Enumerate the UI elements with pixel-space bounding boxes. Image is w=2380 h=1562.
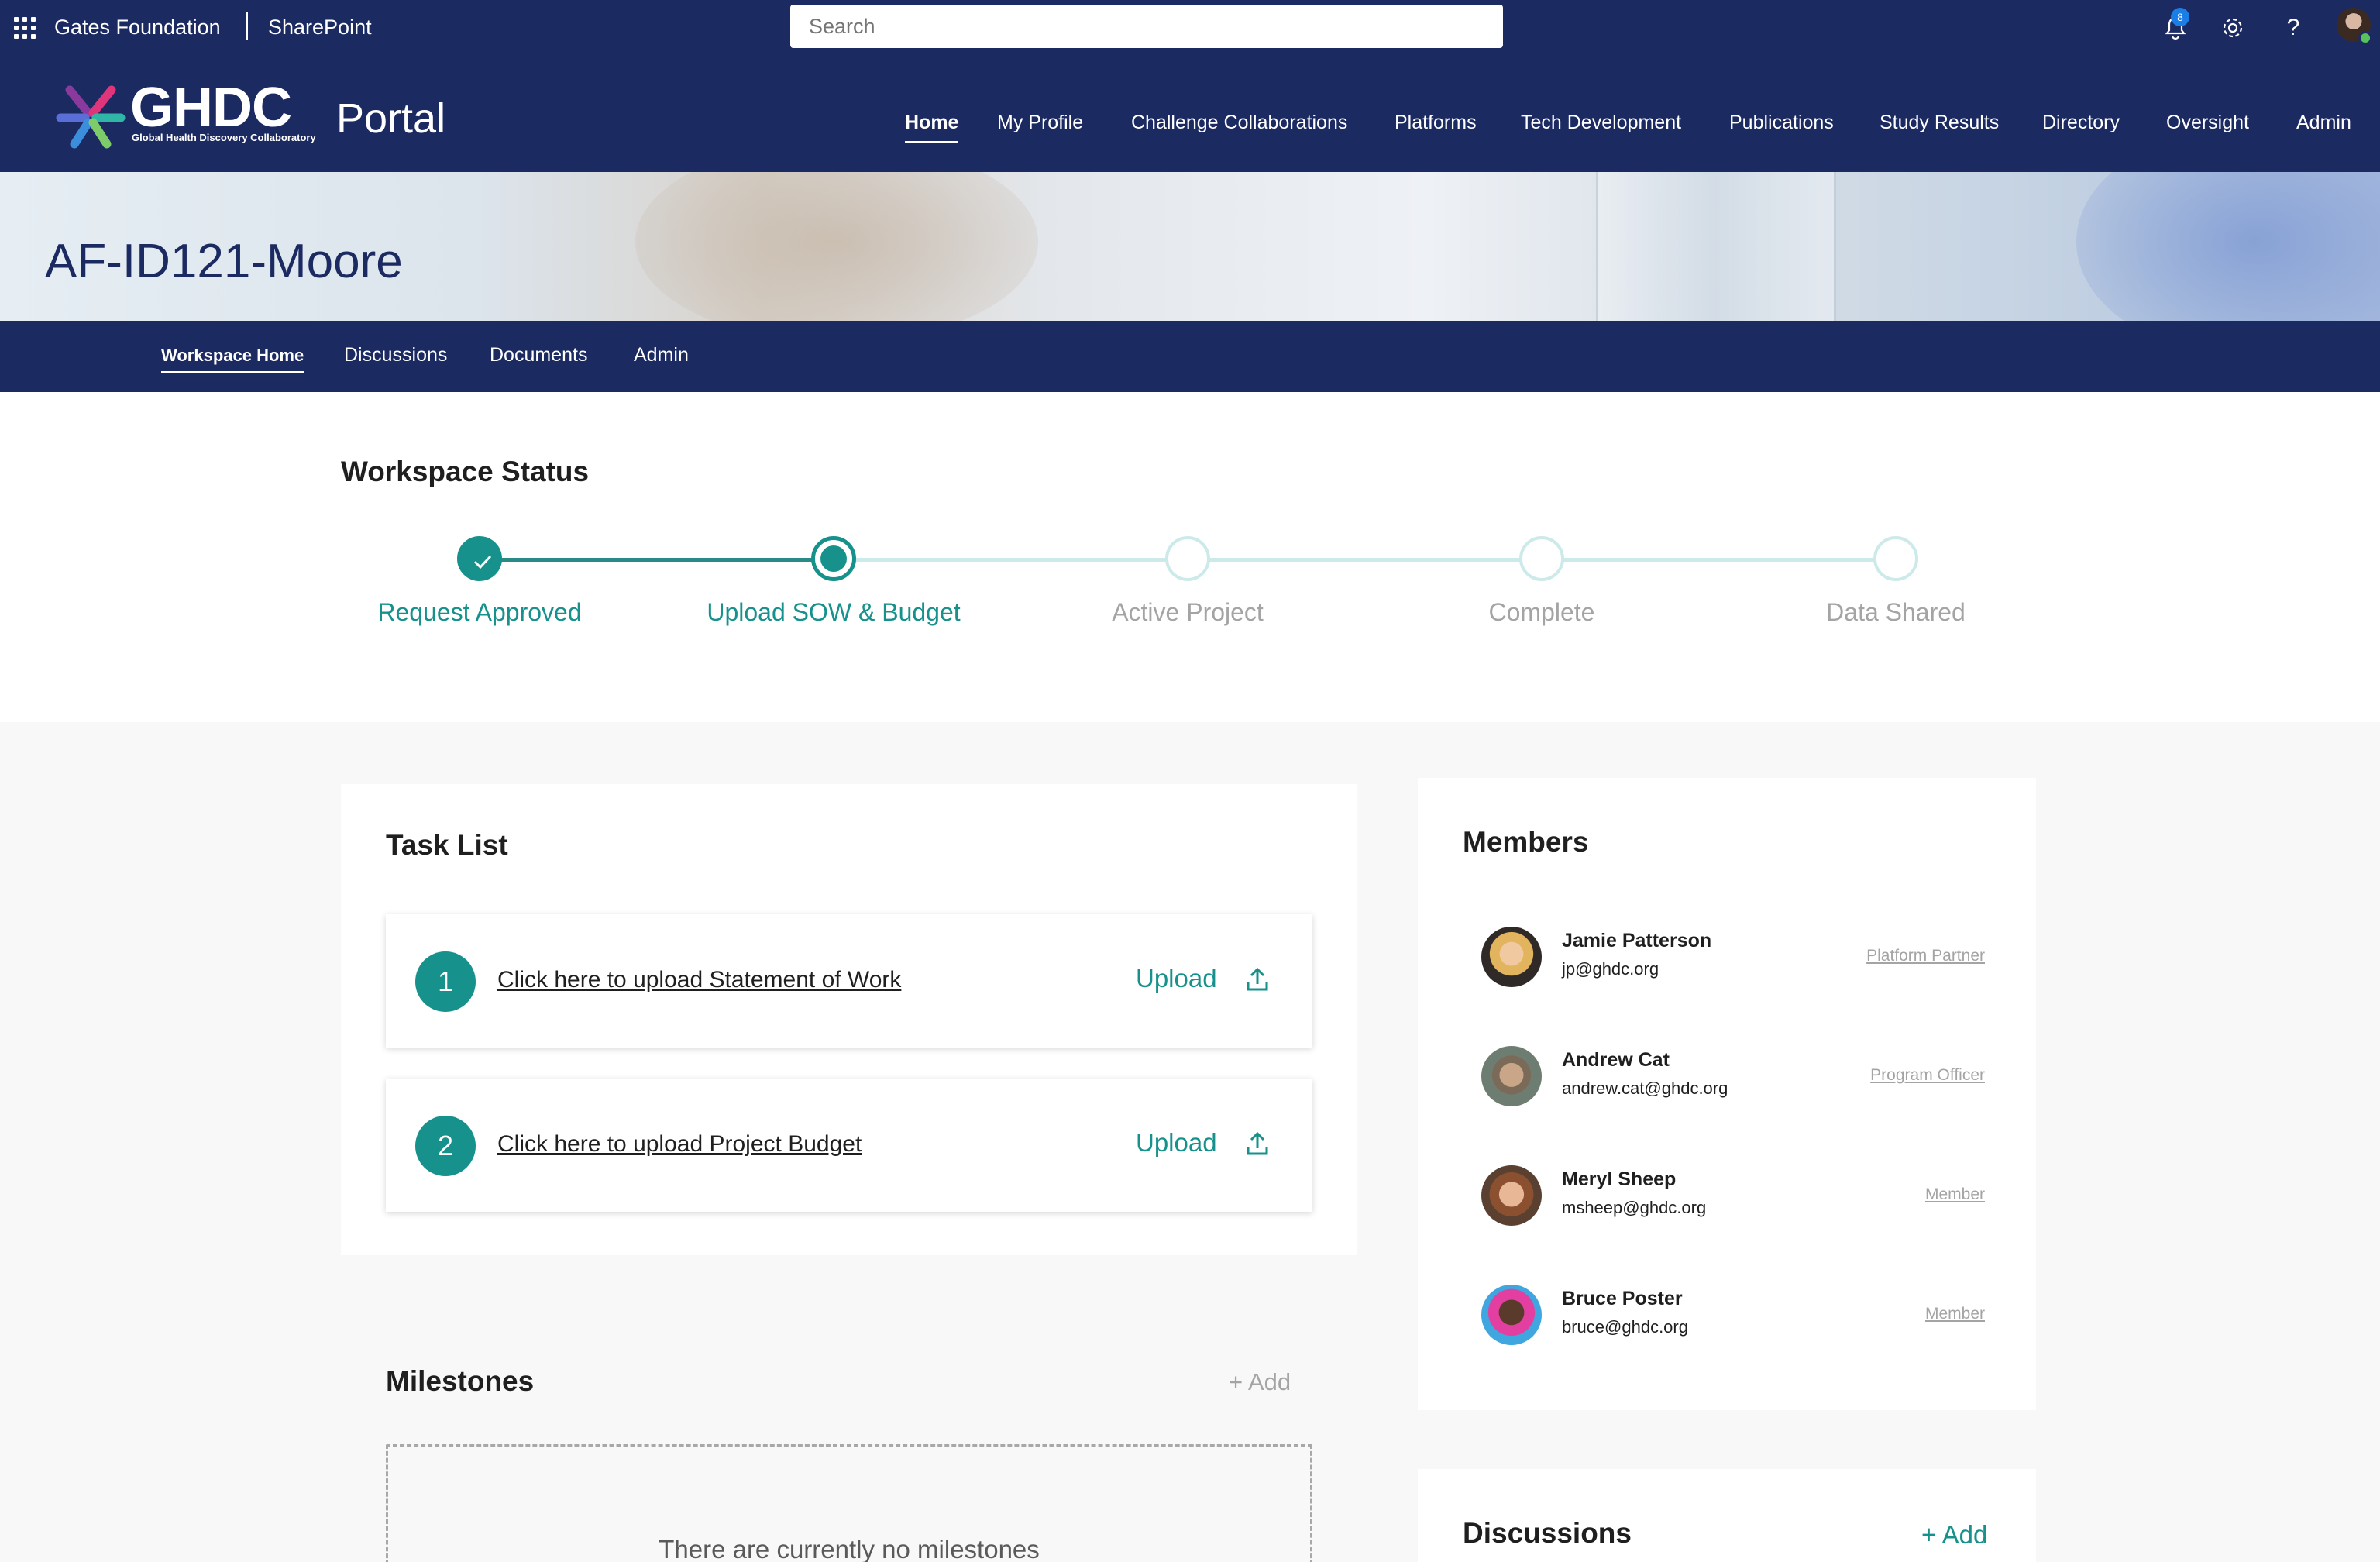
workspace-navigation: Workspace Home Discussions Documents Adm… <box>0 321 2380 392</box>
tab-workspace-home[interactable]: Workspace Home <box>161 346 304 373</box>
section-title: Workspace Status <box>341 456 590 487</box>
suite-divider <box>246 12 248 40</box>
member-role-link[interactable]: Program Officer <box>1870 1066 1985 1085</box>
step-label-request-approved: Request Approved <box>377 598 582 626</box>
check-icon <box>473 555 492 569</box>
member-email: andrew.cat@ghdc.org <box>1562 1079 1728 1098</box>
task-list-card: Task List 1 Click here to upload Stateme… <box>341 784 1357 1255</box>
hero-background-shape <box>635 172 1038 321</box>
workspace-title: AF-ID121-Moore <box>45 235 403 288</box>
member-name: Andrew Cat <box>1562 1049 1670 1071</box>
app-name-link[interactable]: SharePoint <box>268 15 372 40</box>
step-data-shared-dot <box>1873 536 1918 581</box>
tab-discussions[interactable]: Discussions <box>344 344 447 366</box>
nav-admin[interactable]: Admin <box>2296 112 2351 134</box>
member-row[interactable]: Bruce Poster bruce@ghdc.org Member <box>1481 1285 1985 1347</box>
nav-my-profile[interactable]: My Profile <box>997 112 1083 134</box>
milestones-empty-state: There are currently no milestones <box>386 1444 1312 1562</box>
upload-icon[interactable] <box>1246 1131 1269 1156</box>
step-active-project-dot <box>1165 536 1210 581</box>
discussions-title: Discussions <box>1463 1517 1632 1549</box>
members-card: Members Jamie Patterson jp@ghdc.org Plat… <box>1418 778 2036 1410</box>
milestones-empty-text: There are currently no milestones <box>659 1535 1040 1562</box>
logo-title[interactable]: GHDC <box>130 76 292 139</box>
task-item: 2 Click here to upload Project Budget Up… <box>386 1079 1312 1212</box>
presence-status-icon <box>2358 31 2372 45</box>
member-row[interactable]: Meryl Sheep msheep@ghdc.org Member <box>1481 1165 1985 1227</box>
members-title: Members <box>1463 826 1589 858</box>
help-icon[interactable]: ? <box>2279 14 2307 42</box>
task-list-title: Task List <box>386 829 508 861</box>
member-row[interactable]: Jamie Patterson jp@ghdc.org Platform Par… <box>1481 927 1985 989</box>
step-complete-dot <box>1519 536 1564 581</box>
step-label-complete: Complete <box>1488 598 1595 626</box>
nav-directory[interactable]: Directory <box>2042 112 2120 134</box>
nav-challenge-collaborations[interactable]: Challenge Collaborations <box>1131 112 1347 134</box>
member-email: jp@ghdc.org <box>1562 959 1659 979</box>
org-name-link[interactable]: Gates Foundation <box>54 15 221 40</box>
progress-track-remaining <box>834 558 1898 562</box>
task-item: 1 Click here to upload Statement of Work… <box>386 914 1312 1048</box>
add-discussion-button[interactable]: + Add <box>1921 1520 1987 1550</box>
task-number: 1 <box>415 951 476 1012</box>
nav-platforms[interactable]: Platforms <box>1395 112 1477 134</box>
search-input[interactable] <box>790 5 1503 48</box>
upload-sow-link[interactable]: Click here to upload Statement of Work <box>497 967 901 993</box>
task-number: 2 <box>415 1116 476 1176</box>
member-role-link[interactable]: Member <box>1925 1305 1985 1323</box>
upload-sow-button[interactable]: Upload <box>1136 964 1217 993</box>
hero-glove-image <box>2076 172 2380 321</box>
nav-tech-development[interactable]: Tech Development <box>1521 112 1681 134</box>
nav-publications[interactable]: Publications <box>1729 112 1834 134</box>
nav-study-results[interactable]: Study Results <box>1880 112 1999 134</box>
nav-oversight[interactable]: Oversight <box>2166 112 2249 134</box>
hero-bottle-image <box>1596 172 1836 321</box>
member-email: bruce@ghdc.org <box>1562 1317 1688 1337</box>
step-label-data-shared: Data Shared <box>1826 598 1966 626</box>
member-avatar <box>1481 1285 1542 1345</box>
milestones-title: Milestones <box>386 1365 535 1397</box>
ghdc-logo-icon[interactable] <box>54 79 127 152</box>
nav-home[interactable]: Home <box>905 112 959 143</box>
waffle-icon[interactable] <box>14 17 36 39</box>
member-email: msheep@ghdc.org <box>1562 1198 1707 1217</box>
member-name: Bruce Poster <box>1562 1288 1683 1309</box>
tab-admin[interactable]: Admin <box>634 344 689 366</box>
member-name: Meryl Sheep <box>1562 1168 1677 1190</box>
portal-title: Portal <box>336 95 446 142</box>
member-row[interactable]: Andrew Cat andrew.cat@ghdc.org Program O… <box>1481 1046 1985 1108</box>
gear-icon[interactable] <box>2219 14 2247 42</box>
upload-icon[interactable] <box>1246 967 1269 992</box>
suite-bar: Gates Foundation SharePoint 8 ? <box>0 0 2380 56</box>
member-avatar <box>1481 1165 1542 1226</box>
tab-documents[interactable]: Documents <box>490 344 587 366</box>
member-role-link[interactable]: Platform Partner <box>1866 947 1985 965</box>
hero-banner: AF-ID121-Moore <box>0 172 2380 321</box>
add-milestone-button[interactable]: + Add <box>1229 1368 1291 1396</box>
upload-budget-button[interactable]: Upload <box>1136 1128 1217 1158</box>
step-upload-sow-dot <box>811 536 856 581</box>
member-avatar <box>1481 927 1542 987</box>
site-header: GHDC Global Health Discovery Collaborato… <box>0 56 2380 172</box>
member-name: Jamie Patterson <box>1562 930 1712 951</box>
progress-track-complete <box>480 558 834 562</box>
workspace-status-section: Workspace Status Request Approved Upload… <box>0 392 2380 722</box>
member-role-link[interactable]: Member <box>1925 1185 1985 1204</box>
logo-subtitle: Global Health Discovery Collaboratory <box>132 132 316 143</box>
discussions-card: Discussions + Add <box>1418 1469 2036 1562</box>
step-label-upload-sow: Upload SOW & Budget <box>707 598 961 626</box>
member-avatar <box>1481 1046 1542 1106</box>
notification-badge: 8 <box>2171 8 2189 26</box>
step-request-approved-dot <box>457 536 502 581</box>
upload-budget-link[interactable]: Click here to upload Project Budget <box>497 1131 862 1158</box>
step-label-active-project: Active Project <box>1112 598 1264 626</box>
